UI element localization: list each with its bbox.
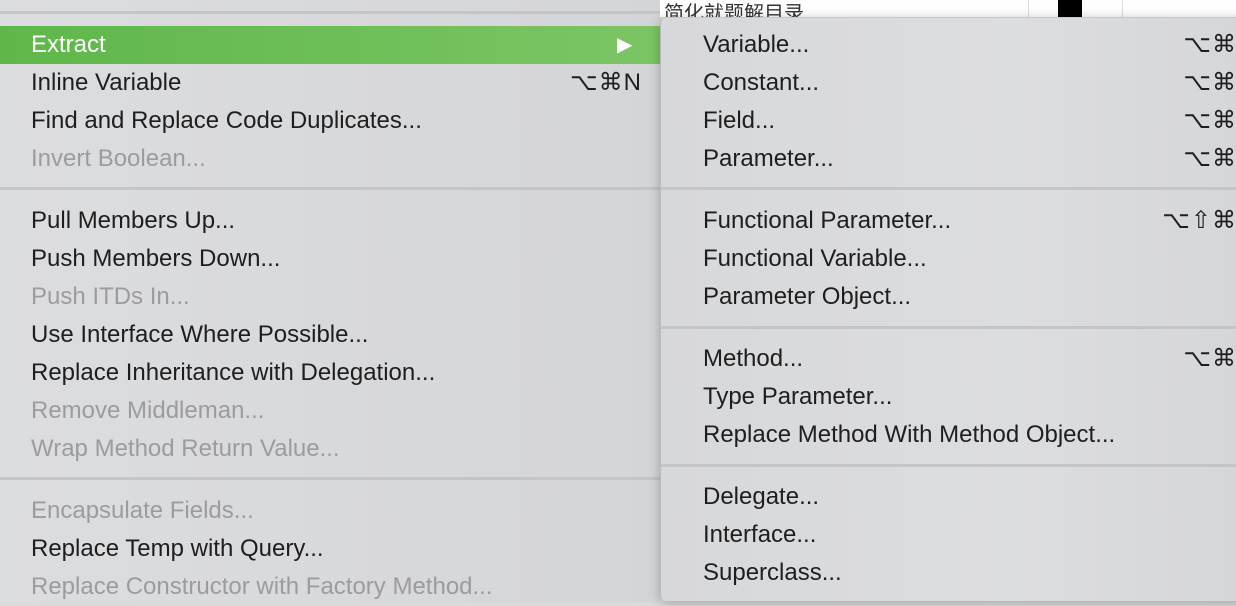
- menu-item-label: Wrap Method Return Value...: [31, 435, 340, 462]
- menu-separator: [661, 464, 1236, 467]
- shortcut: ⌥⇧⌘: [1162, 207, 1236, 234]
- menu-item-label: Replace Constructor with Factory Method.…: [31, 573, 493, 600]
- shortcut: ⌥⌘: [1183, 145, 1236, 172]
- menu-item-label: Method...: [703, 345, 804, 372]
- menu-separator: [0, 11, 660, 14]
- submenu-item-superclass[interactable]: Superclass...: [661, 554, 1236, 592]
- submenu-item-delegate[interactable]: Delegate...: [661, 478, 1236, 516]
- menu-item-remove-middleman: Remove Middleman...: [0, 392, 660, 430]
- submenu-item-interface[interactable]: Interface...: [661, 516, 1236, 554]
- submenu-item-variable[interactable]: Variable... ⌥⌘: [661, 26, 1236, 64]
- submenu-item-parameter-object[interactable]: Parameter Object...: [661, 278, 1236, 316]
- menu-item-label: Use Interface Where Possible...: [31, 321, 369, 348]
- shortcut: ⌥⌘: [1183, 31, 1236, 58]
- background-text: 简化就题解目录: [664, 3, 804, 17]
- menu-item-label: Superclass...: [703, 559, 842, 586]
- menu-item-use-interface[interactable]: Use Interface Where Possible...: [0, 316, 660, 354]
- menu-item-replace-temp[interactable]: Replace Temp with Query...: [0, 530, 660, 568]
- menu-item-inline-variable[interactable]: Inline Variable ⌥⌘N: [0, 64, 660, 102]
- menu-item-pull-members-up[interactable]: Pull Members Up...: [0, 202, 660, 240]
- shortcut: ⌥⌘: [1183, 69, 1236, 96]
- menu-item-replace-constructor: Replace Constructor with Factory Method.…: [0, 568, 660, 606]
- background-black-bar: [1058, 0, 1082, 17]
- shortcut: ⌥⌘: [1183, 107, 1236, 134]
- submenu-arrow-icon: ▶: [617, 34, 633, 56]
- menu-item-label: Push ITDs In...: [31, 283, 190, 310]
- menu-item-label: Functional Variable...: [703, 245, 927, 272]
- submenu-item-functional-variable[interactable]: Functional Variable...: [661, 240, 1236, 278]
- menu-item-push-members-down[interactable]: Push Members Down...: [0, 240, 660, 278]
- menu-item-label: Functional Parameter...: [703, 207, 952, 234]
- menu-item-label: Constant...: [703, 69, 820, 96]
- submenu-item-functional-parameter[interactable]: Functional Parameter... ⌥⇧⌘: [661, 202, 1236, 240]
- menu-item-label: Replace Inheritance with Delegation...: [31, 359, 436, 386]
- menu-item-encapsulate-fields: Encapsulate Fields...: [0, 492, 660, 530]
- submenu-item-parameter[interactable]: Parameter... ⌥⌘: [661, 140, 1236, 178]
- menu-item-label: Find and Replace Code Duplicates...: [31, 107, 422, 134]
- divider: [1028, 0, 1029, 17]
- menu-separator: [0, 187, 660, 190]
- extract-submenu: Variable... ⌥⌘ Constant... ⌥⌘ Field... ⌥⌘ P…: [660, 17, 1236, 601]
- menu-item-extract[interactable]: Extract ▶: [0, 26, 660, 64]
- menu-item-label: Parameter...: [703, 145, 834, 172]
- menu-item-label: Pull Members Up...: [31, 207, 236, 234]
- menu-separator: [661, 326, 1236, 329]
- menu-item-label: Parameter Object...: [703, 283, 912, 310]
- background-window: 简化就题解目录: [660, 0, 1236, 17]
- menu-item-label: Field...: [703, 107, 776, 134]
- menu-item-label: Remove Middleman...: [31, 397, 265, 424]
- submenu-item-field[interactable]: Field... ⌥⌘: [661, 102, 1236, 140]
- shortcut: ⌥⌘: [1183, 345, 1236, 372]
- menu-item-label: Extract: [31, 31, 106, 58]
- menu-item-label: Variable...: [703, 31, 810, 58]
- menu-item-invert-boolean: Invert Boolean...: [0, 140, 660, 178]
- menu-item-replace-inheritance[interactable]: Replace Inheritance with Delegation...: [0, 354, 660, 392]
- menu-item-label: Replace Method With Method Object...: [703, 421, 1116, 448]
- submenu-item-replace-method-object[interactable]: Replace Method With Method Object...: [661, 416, 1236, 454]
- menu-item-label: Invert Boolean...: [31, 145, 206, 172]
- menu-item-label: Interface...: [703, 521, 817, 548]
- menu-item-label: Replace Temp with Query...: [31, 535, 324, 562]
- shortcut: ⌥⌘N: [570, 69, 642, 96]
- submenu-item-constant[interactable]: Constant... ⌥⌘: [661, 64, 1236, 102]
- submenu-item-type-parameter[interactable]: Type Parameter...: [661, 378, 1236, 416]
- menu-item-label: Type Parameter...: [703, 383, 893, 410]
- menu-separator: [0, 477, 660, 480]
- menu-item-push-itds-in: Push ITDs In...: [0, 278, 660, 316]
- menu-item-label: Inline Variable: [31, 69, 182, 96]
- menu-item-label: Delegate...: [703, 483, 820, 510]
- menu-item-find-replace-duplicates[interactable]: Find and Replace Code Duplicates...: [0, 102, 660, 140]
- divider: [1122, 0, 1123, 17]
- menu-separator: [661, 187, 1236, 190]
- refactor-menu: Extract ▶ Inline Variable ⌥⌘N Find and Rep…: [0, 0, 660, 602]
- submenu-item-method[interactable]: Method... ⌥⌘: [661, 340, 1236, 378]
- menu-item-label: Push Members Down...: [31, 245, 281, 272]
- menu-item-wrap-return-value: Wrap Method Return Value...: [0, 430, 660, 468]
- menu-item-label: Encapsulate Fields...: [31, 497, 254, 524]
